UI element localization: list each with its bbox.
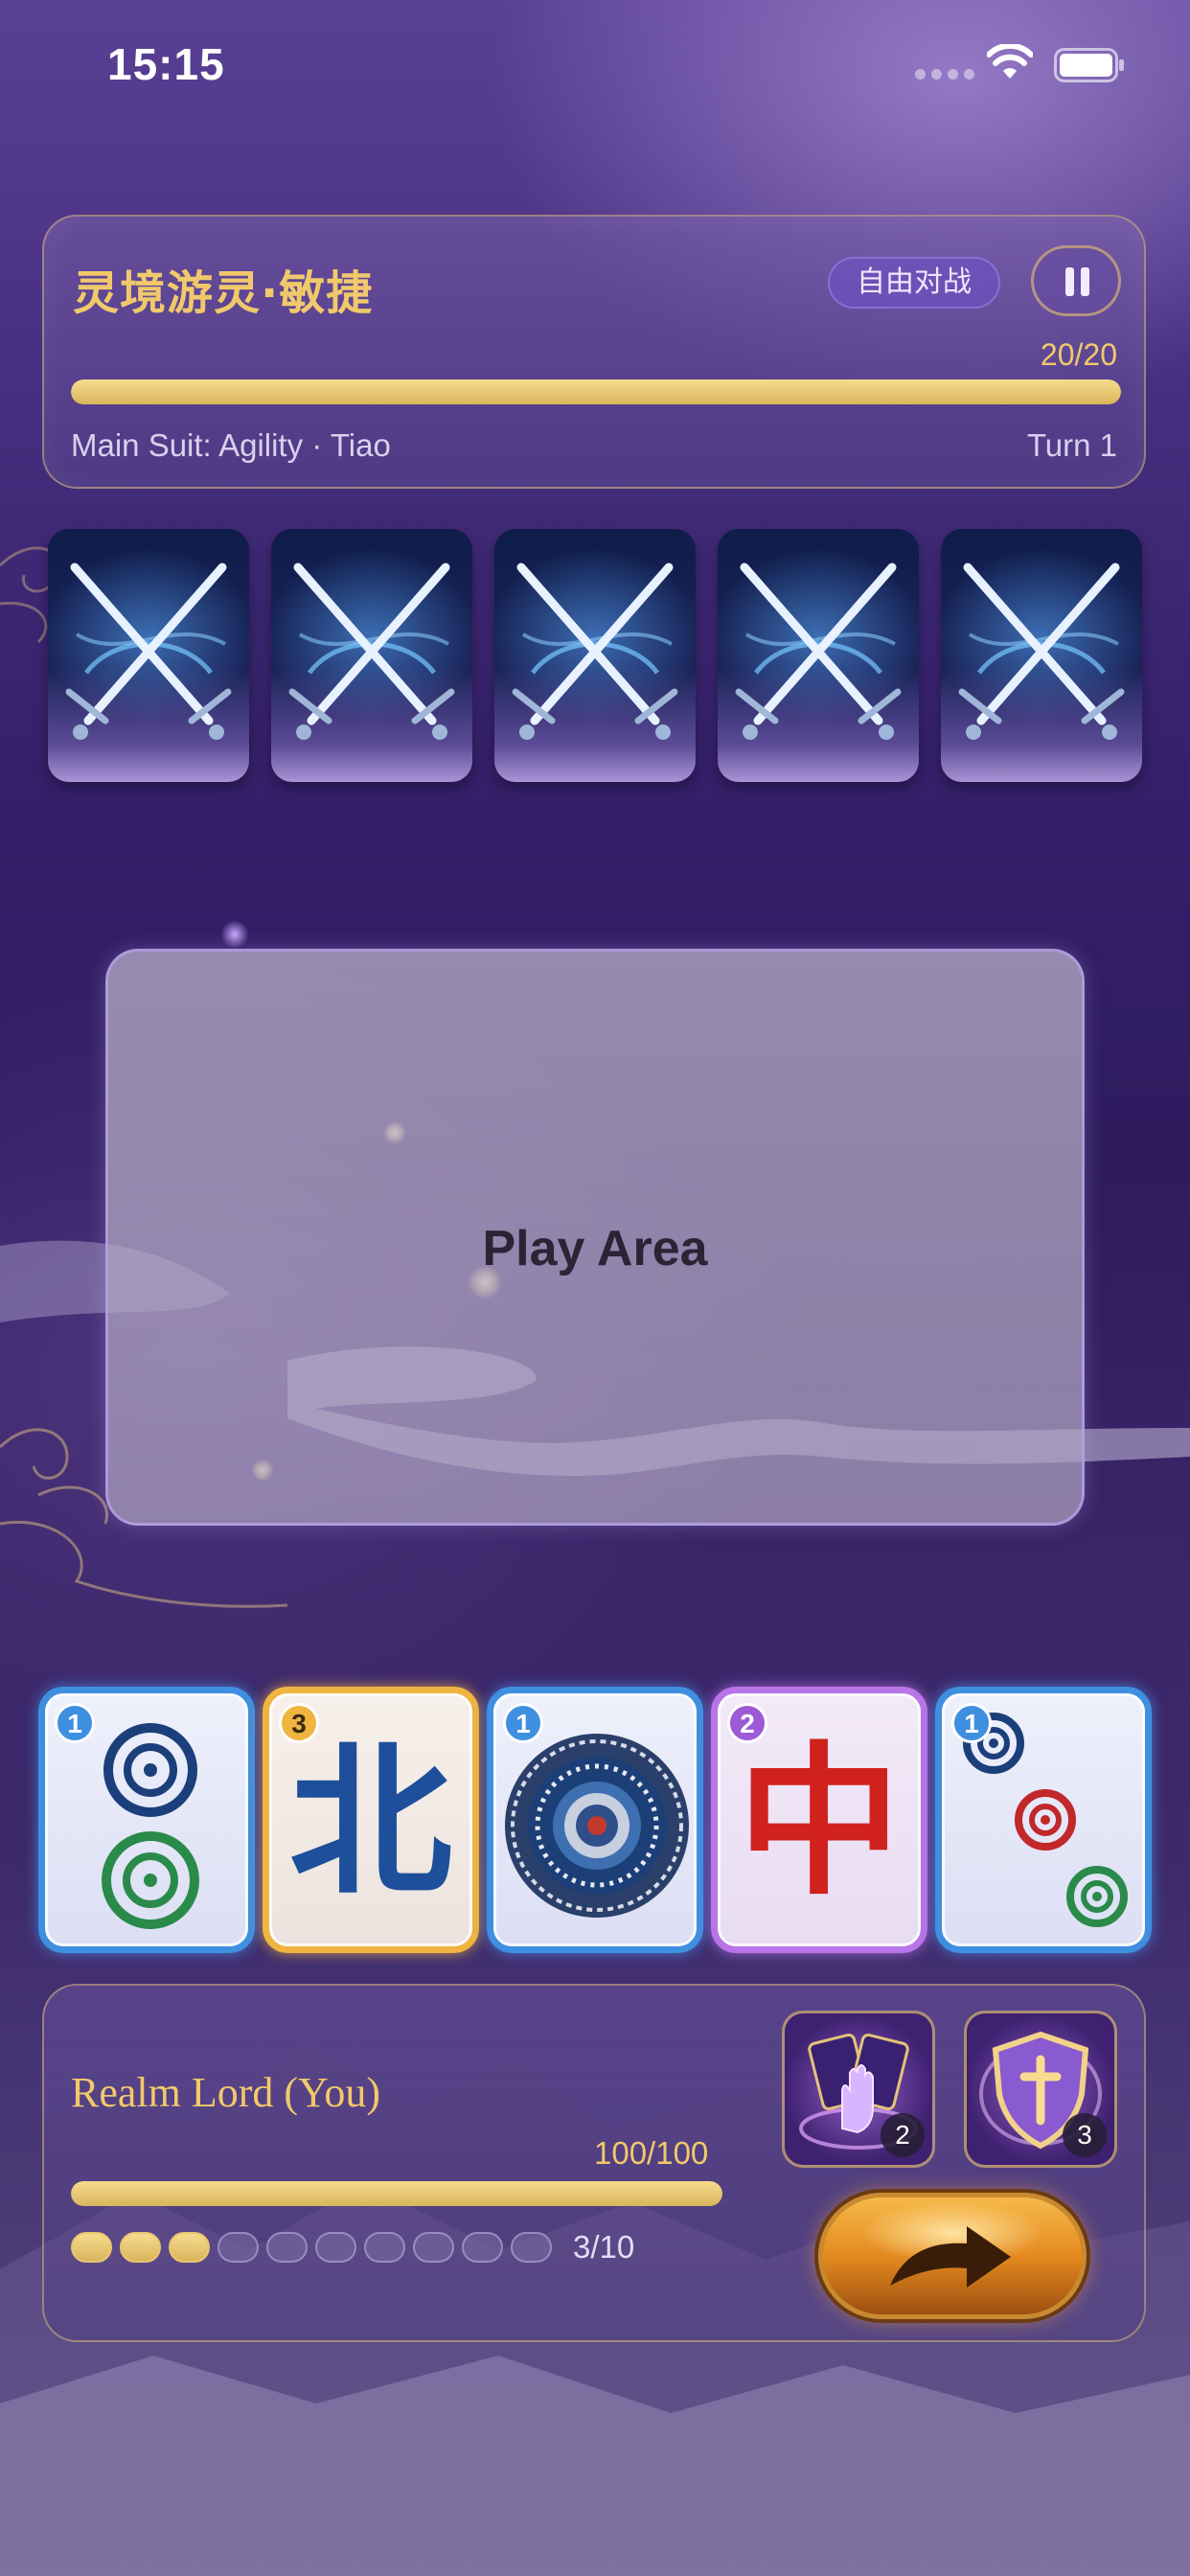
tile-count-badge: 2 — [727, 1703, 767, 1743]
north-wind-tile-icon: 北 — [288, 1726, 452, 1918]
energy-meter: 3/10 — [71, 2229, 634, 2266]
energy-pip — [71, 2232, 112, 2263]
pause-button[interactable] — [1031, 245, 1121, 316]
energy-pip — [462, 2232, 503, 2263]
red-dragon-tile-icon: 中 — [737, 1726, 901, 1918]
player-panel: Realm Lord (You) 100/100 3/10 2 3 — [42, 1984, 1146, 2342]
sparkle — [220, 920, 249, 949]
play-area-label: Play Area — [482, 1221, 708, 1276]
enemy-name: 灵境游灵·敏捷 — [73, 266, 374, 320]
energy-pip — [364, 2232, 405, 2263]
enemy-panel: 灵境游灵·敏捷 自由对战 20/20 Main Suit: Agility · … — [42, 215, 1146, 489]
energy-pip — [217, 2232, 259, 2263]
tile-count-badge: 1 — [503, 1703, 543, 1743]
enemy-card[interactable] — [494, 529, 696, 782]
item-count-badge: 3 — [1063, 2113, 1107, 2157]
energy-text: 3/10 — [573, 2229, 635, 2265]
enemy-hp-text: 20/20 — [1040, 337, 1117, 372]
tile-count-badge: 3 — [279, 1703, 319, 1743]
hand-tile-north-wind[interactable]: 北 3 — [263, 1687, 479, 1953]
hand-tile-red-dragon[interactable]: 中 2 — [711, 1687, 927, 1953]
item-count-badge: 2 — [881, 2113, 925, 2157]
item-slot-cards[interactable]: 2 — [782, 2011, 935, 2168]
enemy-card[interactable] — [48, 529, 249, 782]
crossed-swords-icon — [958, 563, 1125, 740]
player-hp-bar — [71, 2181, 722, 2206]
turn-label: Turn 1 — [1026, 427, 1117, 463]
battery-icon — [1054, 48, 1124, 82]
crossed-swords-icon — [735, 563, 902, 740]
enemy-card[interactable] — [718, 529, 919, 782]
energy-pip — [511, 2232, 552, 2263]
pause-icon — [1065, 267, 1074, 296]
play-area[interactable]: Play Area — [105, 949, 1085, 1526]
wifi-icon — [987, 44, 1033, 79]
arrow-icon — [890, 2226, 1011, 2288]
enemy-card[interactable] — [271, 529, 472, 782]
enemy-hp-fill — [71, 380, 1121, 404]
signal-icon — [915, 69, 974, 80]
hand-tile-one-circle[interactable]: 1 — [487, 1687, 703, 1953]
enemy-card[interactable] — [941, 529, 1142, 782]
crossed-swords-icon — [288, 563, 455, 740]
item-slot-shield[interactable]: 3 — [964, 2011, 1117, 2168]
hand-tile-three-circles[interactable]: 1 — [935, 1687, 1152, 1953]
player-hp-text: 100/100 — [594, 2135, 709, 2171]
energy-pip — [315, 2232, 356, 2263]
main-suit-label: Main Suit: Agility · Tiao — [71, 427, 391, 463]
energy-pip — [169, 2232, 210, 2263]
tile-count-badge: 1 — [951, 1703, 992, 1743]
pause-icon — [1081, 267, 1089, 296]
enemy-card-row — [48, 529, 1144, 784]
mode-badge: 自由对战 — [828, 257, 1000, 309]
player-hp-fill — [71, 2181, 722, 2206]
enemy-hp-bar — [71, 380, 1121, 404]
hand-tile-two-circles[interactable]: 1 — [38, 1687, 255, 1953]
tile-count-badge: 1 — [55, 1703, 95, 1743]
status-time: 15:15 — [107, 39, 225, 89]
crossed-swords-icon — [512, 563, 678, 740]
player-name: Realm Lord (You) — [71, 2069, 381, 2116]
hand-tiles: 1 北 3 1 中 2 1 — [38, 1687, 1152, 1957]
status-bar: 15:15 — [0, 0, 1190, 134]
energy-pip — [413, 2232, 454, 2263]
energy-pip — [120, 2232, 161, 2263]
end-turn-button[interactable] — [818, 2193, 1087, 2319]
crossed-swords-icon — [65, 563, 232, 740]
energy-pip — [266, 2232, 308, 2263]
